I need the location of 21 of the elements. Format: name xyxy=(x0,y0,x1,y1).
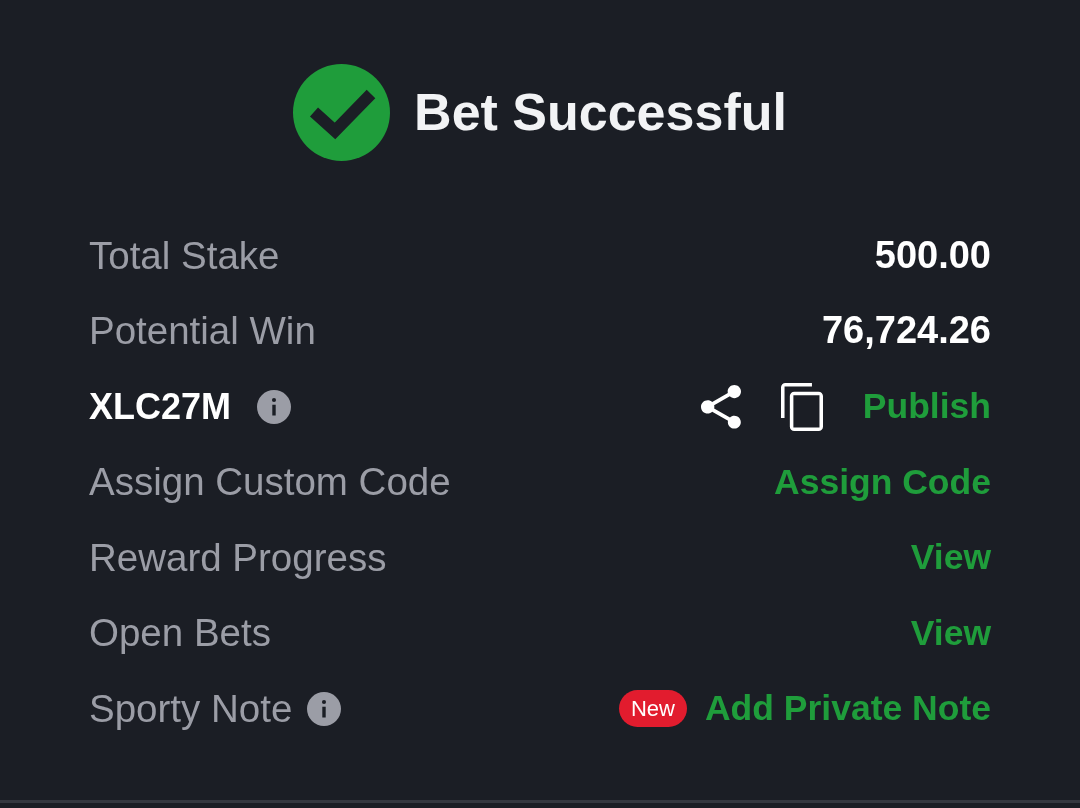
action-link[interactable]: Assign Code xyxy=(774,460,991,504)
row-label: Sporty Note xyxy=(89,685,293,732)
booking-code: XLC27M xyxy=(89,385,232,429)
row-label: Total Stake xyxy=(89,232,280,279)
copy-icon[interactable] xyxy=(780,382,823,431)
info-icon[interactable] xyxy=(307,691,342,726)
row-label: Reward Progress xyxy=(89,534,387,581)
action-link[interactable]: Add Private Note xyxy=(704,687,991,731)
row-label: Open Bets xyxy=(89,610,271,657)
row-label: Assign Custom Code xyxy=(89,459,451,506)
amount-value: 76,724.26 xyxy=(821,308,991,354)
row-label: Potential Win xyxy=(89,308,316,355)
publish-link[interactable]: Publish xyxy=(862,385,991,429)
action-link[interactable]: View xyxy=(910,536,991,580)
bet-successful-title: Bet Successful xyxy=(414,82,787,143)
success-check-icon xyxy=(293,64,391,161)
share-icon[interactable] xyxy=(700,384,741,429)
new-badge: New xyxy=(618,690,687,728)
amount-value: 500.00 xyxy=(874,232,991,278)
action-link[interactable]: View xyxy=(910,611,991,655)
info-icon[interactable] xyxy=(257,389,292,424)
